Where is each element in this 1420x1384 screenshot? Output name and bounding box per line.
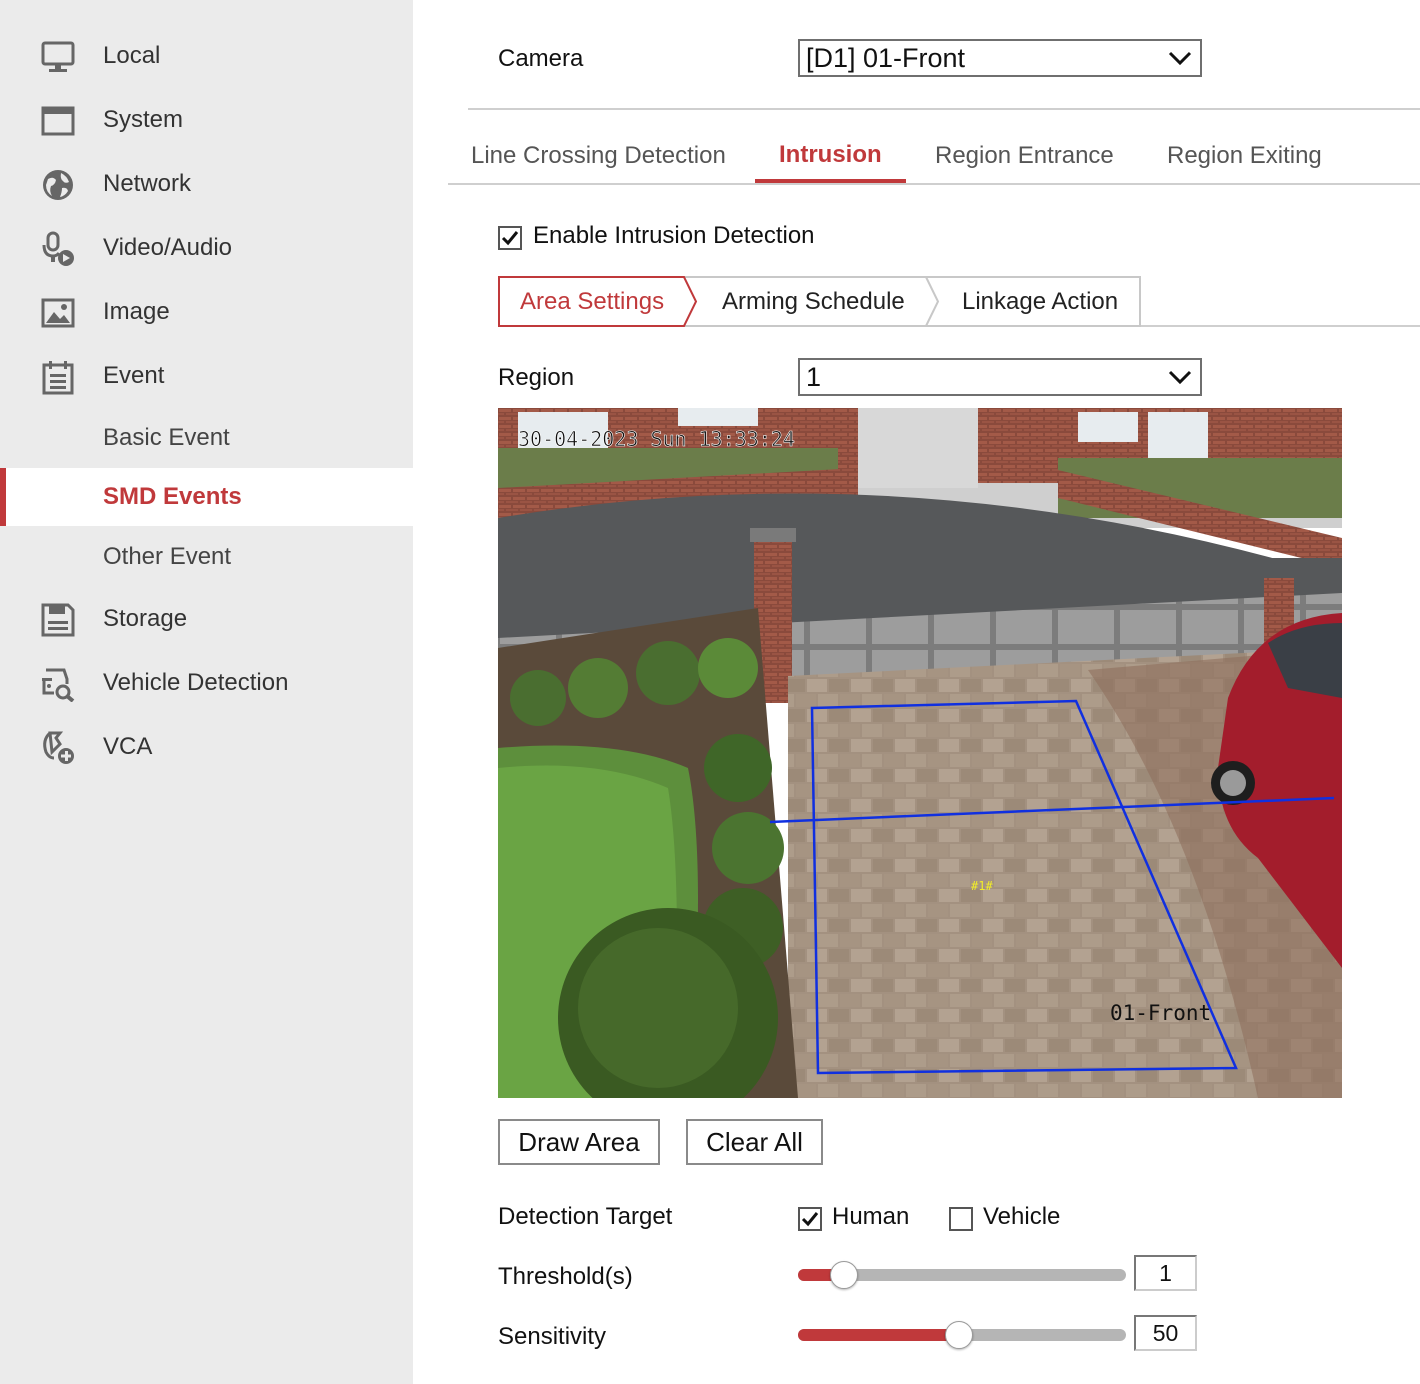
calendar-icon [42, 361, 74, 395]
human-label: Human [832, 1203, 910, 1230]
camera-scene: 30-04-2023 Sun 13:33:24 01-Front #1# [498, 408, 1342, 1098]
step-arming-schedule[interactable]: Arming Schedule [722, 276, 905, 327]
sidebar-item-network[interactable]: Network [0, 155, 413, 213]
region-label: Region [498, 364, 575, 391]
threshold-slider[interactable] [798, 1261, 1126, 1289]
sensitivity-input[interactable]: 50 [1134, 1315, 1197, 1351]
clear-all-button[interactable]: Clear All [686, 1119, 823, 1165]
floppy-disk-icon [41, 603, 75, 637]
camera-label: Camera [498, 45, 584, 72]
camera-select[interactable]: [D1] 01-Front [798, 39, 1202, 77]
enable-intrusion-checkbox[interactable] [498, 226, 522, 250]
divider [468, 108, 1420, 110]
sidebar-item-local[interactable]: Local [0, 27, 413, 85]
tabs-divider [448, 183, 1420, 185]
sidebar-item-label: VCA [103, 733, 153, 760]
video-timestamp: 30-04-2023 Sun 13:33:24 [518, 427, 795, 451]
human-checkbox[interactable] [798, 1207, 822, 1231]
sidebar-item-label: SMD Events [103, 483, 242, 510]
checkmark-icon [801, 1212, 819, 1227]
chevron-down-icon [1168, 51, 1192, 66]
slider-handle[interactable] [830, 1261, 858, 1289]
vca-icon [43, 731, 74, 764]
region-select-value: 1 [806, 362, 822, 392]
sidebar-item-vehicle-detection[interactable]: Vehicle Detection [0, 654, 413, 712]
sidebar-item-label: Video/Audio [103, 234, 232, 261]
checkmark-icon [501, 231, 519, 246]
monitor-icon [41, 41, 75, 72]
sidebar-item-event[interactable]: Event [0, 347, 413, 405]
steps-divider [1141, 325, 1420, 327]
chevron-down-icon [1168, 370, 1192, 385]
sidebar-item-label: Storage [103, 605, 188, 632]
main-panel: Camera [D1] 01-Front Line Crossing Detec… [413, 0, 1420, 1384]
slider-handle[interactable] [945, 1321, 973, 1349]
sidebar-item-video-audio[interactable]: Video/Audio [0, 219, 413, 277]
sidebar-item-label: Event [103, 362, 165, 389]
tab-intrusion[interactable]: Intrusion [779, 141, 882, 169]
sidebar-item-image[interactable]: Image [0, 283, 413, 341]
camera-select-value: [D1] 01-Front [806, 43, 966, 73]
sidebar-item-label: System [103, 106, 184, 133]
window-icon [41, 106, 75, 136]
sidebar-item-label: Basic Event [103, 424, 230, 451]
tab-region-entrance[interactable]: Region Entrance [935, 142, 1114, 170]
threshold-label: Threshold(s) [498, 1263, 633, 1290]
globe-icon [43, 170, 73, 200]
sidebar-item-other-event[interactable]: Other Event [0, 528, 413, 586]
vehicle-label: Vehicle [983, 1203, 1061, 1230]
video-preview[interactable]: 30-04-2023 Sun 13:33:24 01-Front #1# [498, 408, 1342, 1098]
region-select[interactable]: 1 [798, 358, 1202, 396]
sidebar: Local System Network Video/Audio Image E… [0, 0, 413, 1384]
image-icon [41, 298, 75, 328]
step-tabs: Area Settings Arming Schedule Linkage Ac… [498, 276, 1141, 327]
sidebar-item-label: Network [103, 170, 192, 197]
detection-target-label: Detection Target [498, 1203, 673, 1230]
vehicle-search-icon [42, 668, 75, 702]
vehicle-checkbox[interactable] [949, 1207, 973, 1231]
sidebar-item-label: Vehicle Detection [103, 669, 289, 696]
step-linkage-action[interactable]: Linkage Action [962, 276, 1118, 327]
sidebar-item-vca[interactable]: VCA [0, 718, 413, 776]
threshold-input[interactable]: 1 [1134, 1255, 1197, 1291]
sidebar-item-label: Image [103, 298, 170, 325]
enable-intrusion-label: Enable Intrusion Detection [533, 222, 815, 249]
tab-region-exiting[interactable]: Region Exiting [1167, 142, 1322, 170]
draw-area-button[interactable]: Draw Area [498, 1119, 660, 1165]
microphone-play-icon [42, 231, 74, 266]
slider-fill [798, 1329, 959, 1341]
sensitivity-slider[interactable] [798, 1321, 1126, 1349]
tab-line-crossing-detection[interactable]: Line Crossing Detection [471, 142, 726, 170]
sidebar-item-system[interactable]: System [0, 91, 413, 149]
region-tag: #1# [971, 879, 993, 893]
sidebar-item-storage[interactable]: Storage [0, 590, 413, 648]
sidebar-item-basic-event[interactable]: Basic Event [0, 409, 413, 467]
sidebar-item-smd-events[interactable]: SMD Events [0, 468, 413, 526]
video-camera-name: 01-Front [1110, 1001, 1211, 1025]
sidebar-item-label: Other Event [103, 543, 232, 570]
sidebar-item-label: Local [103, 42, 161, 69]
sensitivity-label: Sensitivity [498, 1323, 607, 1350]
step-area-settings[interactable]: Area Settings [520, 276, 664, 327]
